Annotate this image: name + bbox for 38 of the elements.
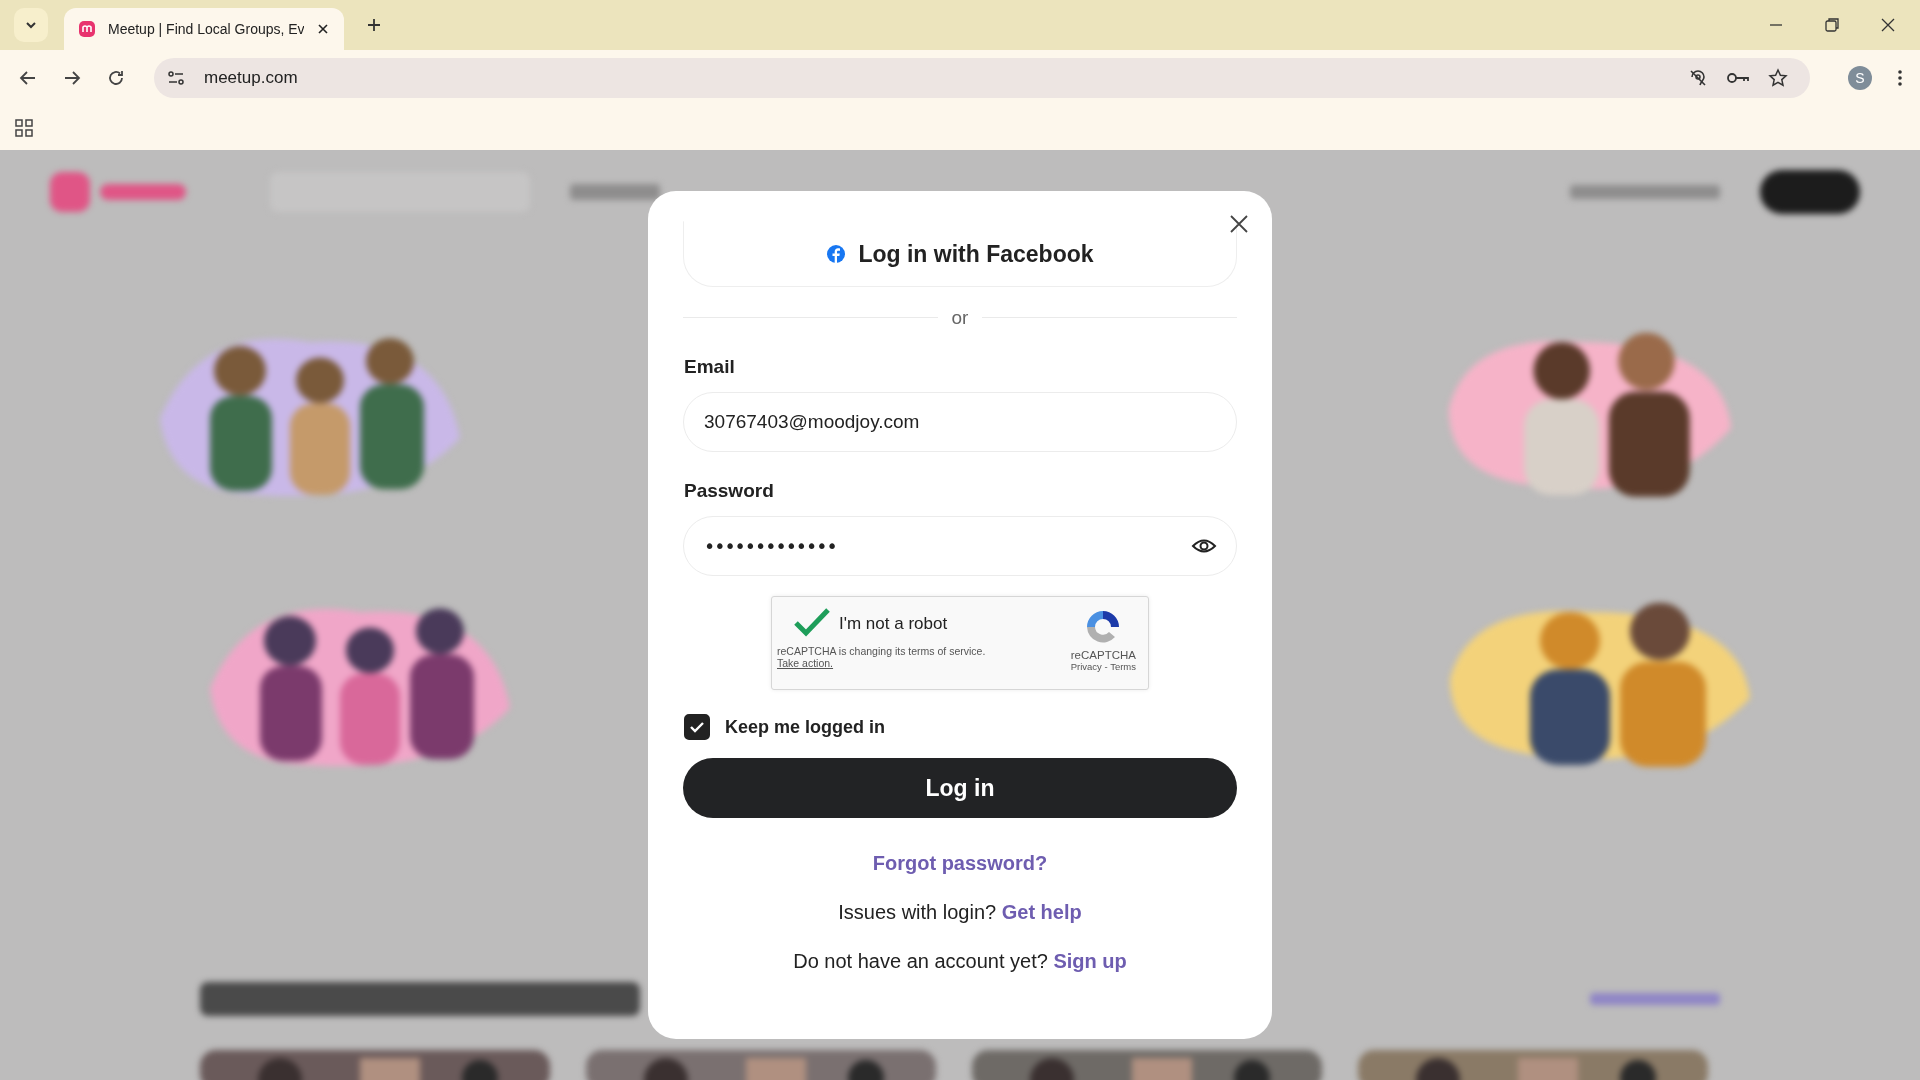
signup-prompt: Do not have an account yet? xyxy=(793,950,1048,972)
eye-slash-icon[interactable] xyxy=(1688,68,1708,88)
close-icon[interactable] xyxy=(1880,17,1896,33)
checkmark-icon xyxy=(793,607,831,637)
facebook-icon xyxy=(826,244,847,264)
log-in-button[interactable]: Log in xyxy=(683,758,1237,818)
recaptcha-label: I'm not a robot xyxy=(839,614,948,634)
close-icon[interactable] xyxy=(1228,213,1250,235)
privacy-terms-links[interactable]: Privacy - Terms xyxy=(1070,661,1136,672)
recaptcha-notice: reCAPTCHA is changing its terms of service. xyxy=(777,645,986,657)
new-tab-icon[interactable] xyxy=(366,17,382,33)
address-bar[interactable]: meetup.com xyxy=(154,58,1810,98)
browser-tab[interactable]: Meetup | Find Local Groups, Ev xyxy=(64,8,344,50)
take-action-link[interactable]: Take action. xyxy=(777,657,986,669)
field-label: Password xyxy=(684,480,774,502)
field-label: Email xyxy=(684,356,735,378)
password-field[interactable]: ••••••••••••• xyxy=(683,516,1237,576)
recaptcha-brand: reCAPTCHA xyxy=(1070,649,1136,661)
reload-icon[interactable] xyxy=(106,68,126,88)
url-text: meetup.com xyxy=(204,68,298,88)
apps-grid-icon[interactable] xyxy=(14,118,34,138)
email-field[interactable]: 30767403@moodjoy.com xyxy=(683,392,1237,452)
sign-up-link[interactable]: Sign up xyxy=(1053,950,1127,972)
checkbox[interactable] xyxy=(684,714,710,740)
tab-title: Meetup | Find Local Groups, Ev xyxy=(108,21,304,37)
checkmark-icon xyxy=(689,719,705,735)
site-settings-icon[interactable] xyxy=(166,68,186,88)
get-help-link[interactable]: Get help xyxy=(1001,901,1082,923)
restore-icon[interactable] xyxy=(1824,17,1840,33)
checkbox-label: Keep me logged in xyxy=(725,716,886,738)
favicon-icon xyxy=(78,20,96,38)
star-icon[interactable] xyxy=(1768,68,1788,88)
menu-icon[interactable] xyxy=(1896,68,1904,88)
pill-button[interactable] xyxy=(1760,170,1860,214)
forgot-password-link[interactable]: Forgot password? xyxy=(872,852,1048,875)
help-text: Issues with login? xyxy=(838,901,997,923)
close-icon[interactable] xyxy=(316,22,330,36)
facebook-login-button[interactable]: Log in with Facebook xyxy=(683,221,1237,287)
